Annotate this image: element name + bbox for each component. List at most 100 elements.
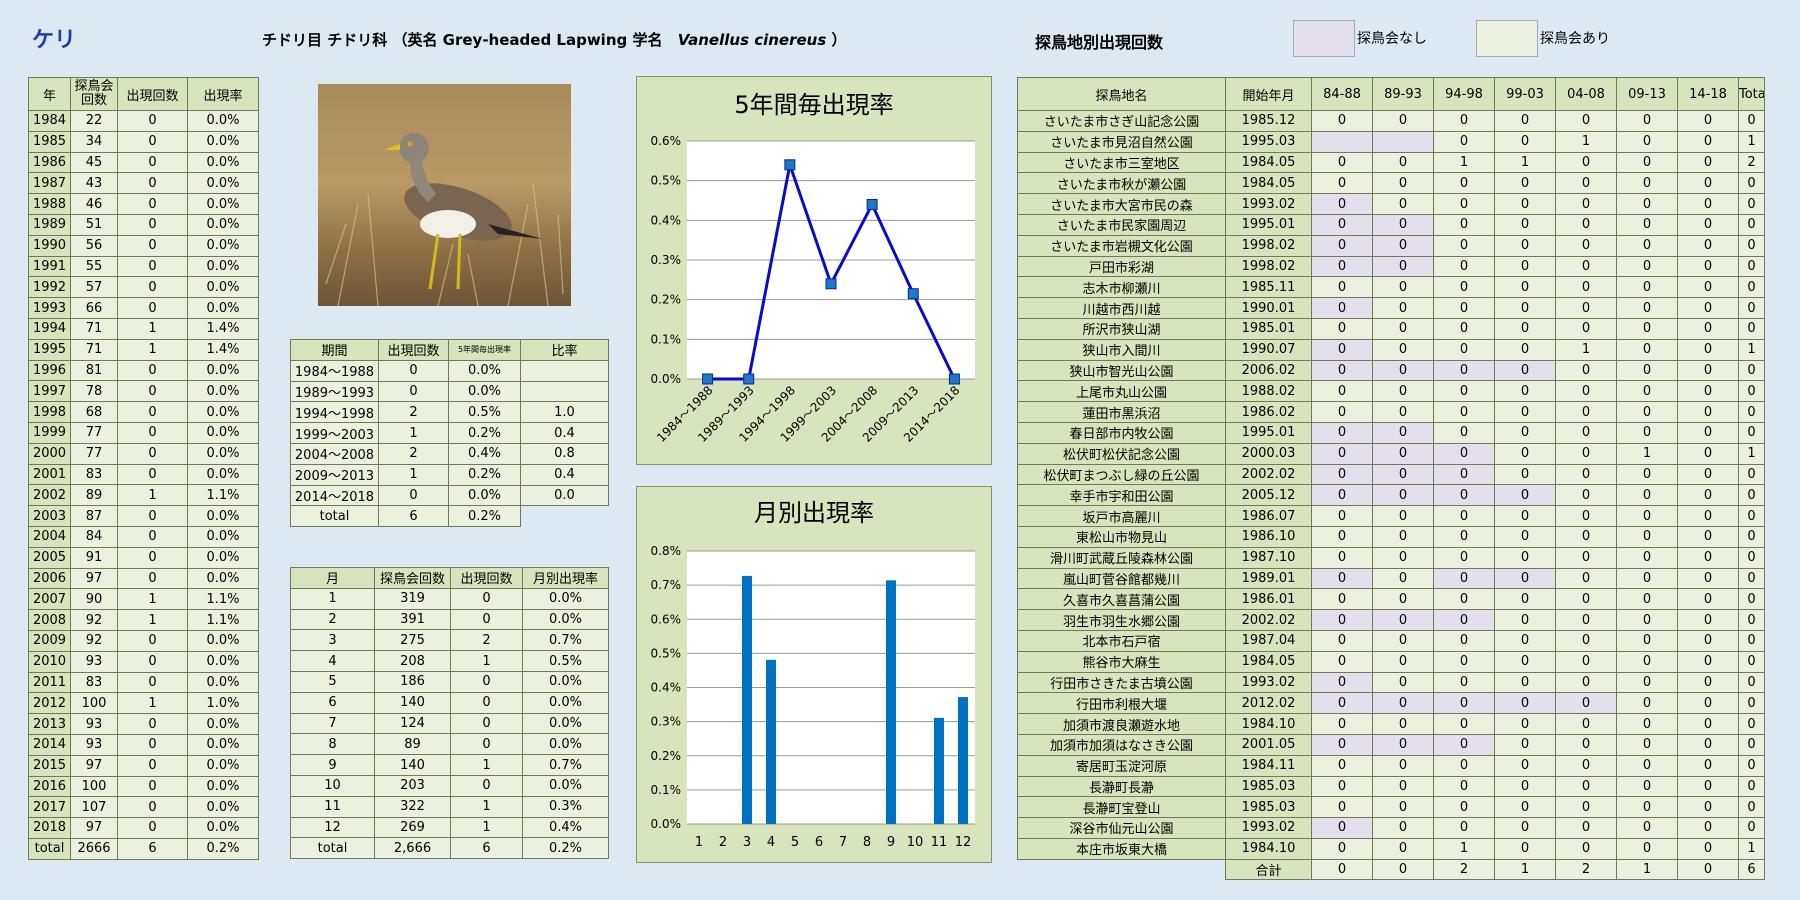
site-total: 0 bbox=[1738, 359, 1765, 382]
site-period-count: 0 bbox=[1677, 380, 1739, 403]
site-name: さいたま市岩槻文化公園 bbox=[1017, 234, 1226, 257]
y-tick-label: 0.5% bbox=[651, 646, 682, 660]
site-name: 羽生市羽生水郷公園 bbox=[1017, 609, 1226, 631]
site-period-count: 0 bbox=[1677, 692, 1739, 715]
period-total-range: total bbox=[290, 505, 379, 528]
site-period-count: 0 bbox=[1311, 380, 1373, 403]
site-period-count: 0 bbox=[1555, 193, 1617, 215]
site-start: 2005.12 bbox=[1225, 484, 1312, 507]
site-total: 1 bbox=[1738, 837, 1765, 860]
site-period-count: 0 bbox=[1433, 796, 1495, 819]
site-period-count: 0 bbox=[1433, 650, 1495, 673]
site-period-count: 0 bbox=[1494, 609, 1556, 631]
site-period-count: 0 bbox=[1433, 276, 1495, 299]
site-period-count: 0 bbox=[1494, 213, 1556, 236]
site-period-count: 0 bbox=[1555, 359, 1617, 382]
site-period-count: 0 bbox=[1433, 234, 1495, 257]
site-period-count: 0 bbox=[1311, 484, 1373, 507]
site-period-count: 0 bbox=[1494, 733, 1556, 756]
site-period-count: 0 bbox=[1494, 234, 1556, 257]
period-cell-ratio: 1.0 bbox=[520, 401, 609, 424]
site-start: 1985.12 bbox=[1225, 110, 1312, 132]
monthly-cell-meetings: 140 bbox=[374, 691, 451, 714]
period-cell-rate: 0.5% bbox=[448, 401, 521, 424]
site-start: 1990.07 bbox=[1225, 338, 1312, 361]
site-period-count: 0 bbox=[1677, 817, 1739, 839]
yearly-cell-rate: 0.0% bbox=[187, 401, 259, 423]
yearly-cell-rate: 0.0% bbox=[187, 421, 259, 444]
period-cell-range: 1999～2003 bbox=[290, 422, 379, 444]
sites-header-99-03: 99-03 bbox=[1494, 77, 1556, 111]
monthly-cell-count: 0 bbox=[450, 587, 523, 610]
yearly-cell-meetings: 22 bbox=[70, 110, 118, 132]
site-start: 1986.01 bbox=[1225, 588, 1312, 611]
monthly-cell-count: 2 bbox=[450, 629, 523, 652]
site-row: 深谷市仙元山公園 1993.02 0 0 0 0 0 0 0 0 bbox=[1017, 817, 1765, 839]
site-period-count: 0 bbox=[1433, 546, 1495, 569]
site-period-count: 0 bbox=[1677, 567, 1739, 590]
yearly-cell-year: 1998 bbox=[28, 401, 71, 423]
site-period-count: 0 bbox=[1616, 359, 1678, 382]
yearly-cell-rate: 0.0% bbox=[187, 463, 259, 486]
site-row: 寄居町玉淀河原 1984.11 0 0 0 0 0 0 0 0 bbox=[1017, 754, 1765, 777]
site-row: 加須市加須はなさき公園 2001.05 0 0 0 0 0 0 0 0 bbox=[1017, 733, 1765, 756]
site-period-count: 0 bbox=[1616, 671, 1678, 694]
site-period-count: 0 bbox=[1372, 484, 1434, 507]
site-start: 1995.01 bbox=[1225, 421, 1312, 444]
site-period-count: 0 bbox=[1494, 442, 1556, 465]
site-period-count: 0 bbox=[1555, 255, 1617, 278]
site-total: 0 bbox=[1738, 317, 1765, 340]
site-period-count: 0 bbox=[1616, 692, 1678, 715]
yearly-cell-count: 0 bbox=[117, 525, 188, 548]
yearly-cell-count: 0 bbox=[117, 401, 188, 423]
site-period-count: 0 bbox=[1433, 505, 1495, 527]
yearly-cell-count: 0 bbox=[117, 297, 188, 319]
site-period-count: 0 bbox=[1677, 442, 1739, 465]
monthly-header-month: 月 bbox=[290, 567, 375, 589]
yearly-row: 2018 97 0 0.0% bbox=[28, 817, 259, 839]
yearly-cell-rate: 0.0% bbox=[187, 297, 259, 319]
scientific-name: Vanellus cinereus bbox=[677, 31, 827, 49]
period-row: 2014～2018 0 0.0% 0.0 bbox=[290, 484, 609, 507]
site-period-count: 0 bbox=[1555, 754, 1617, 777]
site-period-count: 1 bbox=[1494, 151, 1556, 174]
site-row: さいたま市三室地区 1984.05 0 0 1 1 0 0 0 2 bbox=[1017, 151, 1765, 174]
monthly-cell-rate: 0.0% bbox=[522, 712, 609, 735]
site-total: 0 bbox=[1738, 754, 1765, 777]
site-period-count: 0 bbox=[1433, 401, 1495, 423]
site-row: 松伏町松伏記念公園 2000.03 0 0 0 0 0 1 0 1 bbox=[1017, 442, 1765, 465]
yearly-cell-count: 0 bbox=[117, 442, 188, 465]
y-tick-label: 0.3% bbox=[651, 253, 682, 267]
yearly-cell-year: 2017 bbox=[28, 796, 71, 819]
x-tick-label: 10 bbox=[907, 835, 924, 850]
site-period-count: 0 bbox=[1311, 588, 1373, 611]
data-point bbox=[702, 373, 714, 385]
site-period-count: 0 bbox=[1372, 151, 1434, 174]
yearly-cell-count: 0 bbox=[117, 671, 188, 694]
monthly-cell-meetings: 269 bbox=[374, 816, 451, 839]
site-period-count: 0 bbox=[1677, 629, 1739, 652]
site-period-count: 0 bbox=[1677, 234, 1739, 257]
site-row: 滑川町武蔵丘陵森林公園 1987.10 0 0 0 0 0 0 0 0 bbox=[1017, 546, 1765, 569]
site-total: 0 bbox=[1738, 110, 1765, 132]
period-header-range: 期間 bbox=[290, 339, 379, 361]
site-period-count: 0 bbox=[1494, 546, 1556, 569]
yearly-cell-year: 2001 bbox=[28, 463, 71, 486]
monthly-cell-rate: 0.3% bbox=[522, 795, 609, 818]
monthly-row: 12 269 1 0.4% bbox=[290, 816, 609, 839]
site-row: 東松山市物見山 1986.10 0 0 0 0 0 0 0 0 bbox=[1017, 525, 1765, 548]
site-total: 0 bbox=[1738, 213, 1765, 236]
yearly-cell-meetings: 91 bbox=[70, 546, 118, 569]
monthly-rate-chart: 月別出現率 0.0% 0.1% 0.2% 0.3% 0.4% 0.5% 0.6% 0.7% 0.8… bbox=[651, 499, 975, 850]
yearly-cell-rate: 0.0% bbox=[187, 525, 259, 548]
site-period-count: 0 bbox=[1311, 317, 1373, 340]
site-start: 1993.02 bbox=[1225, 193, 1312, 215]
site-period-count: 0 bbox=[1433, 380, 1495, 403]
site-period-count: 0 bbox=[1555, 484, 1617, 507]
yearly-row: 1984 22 0 0.0% bbox=[28, 110, 259, 132]
yearly-cell-year: 2013 bbox=[28, 713, 71, 735]
site-period-count: 0 bbox=[1616, 713, 1678, 735]
yearly-row: 1998 68 0 0.0% bbox=[28, 401, 259, 423]
yearly-cell-year: 2010 bbox=[28, 650, 71, 673]
site-period-count: 0 bbox=[1677, 609, 1739, 631]
